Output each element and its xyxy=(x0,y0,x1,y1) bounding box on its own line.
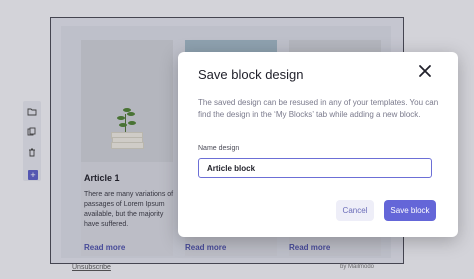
save-block-button[interactable]: Save block xyxy=(384,200,436,221)
name-design-input[interactable] xyxy=(198,158,432,178)
save-block-dialog: Save block design The saved design can b… xyxy=(178,52,458,237)
dialog-title: Save block design xyxy=(198,67,304,82)
dialog-description: The saved design can be resused in any o… xyxy=(198,98,439,119)
close-icon[interactable] xyxy=(418,64,432,78)
name-design-label: Name design xyxy=(198,145,240,152)
cancel-button[interactable]: Cancel xyxy=(336,200,374,221)
